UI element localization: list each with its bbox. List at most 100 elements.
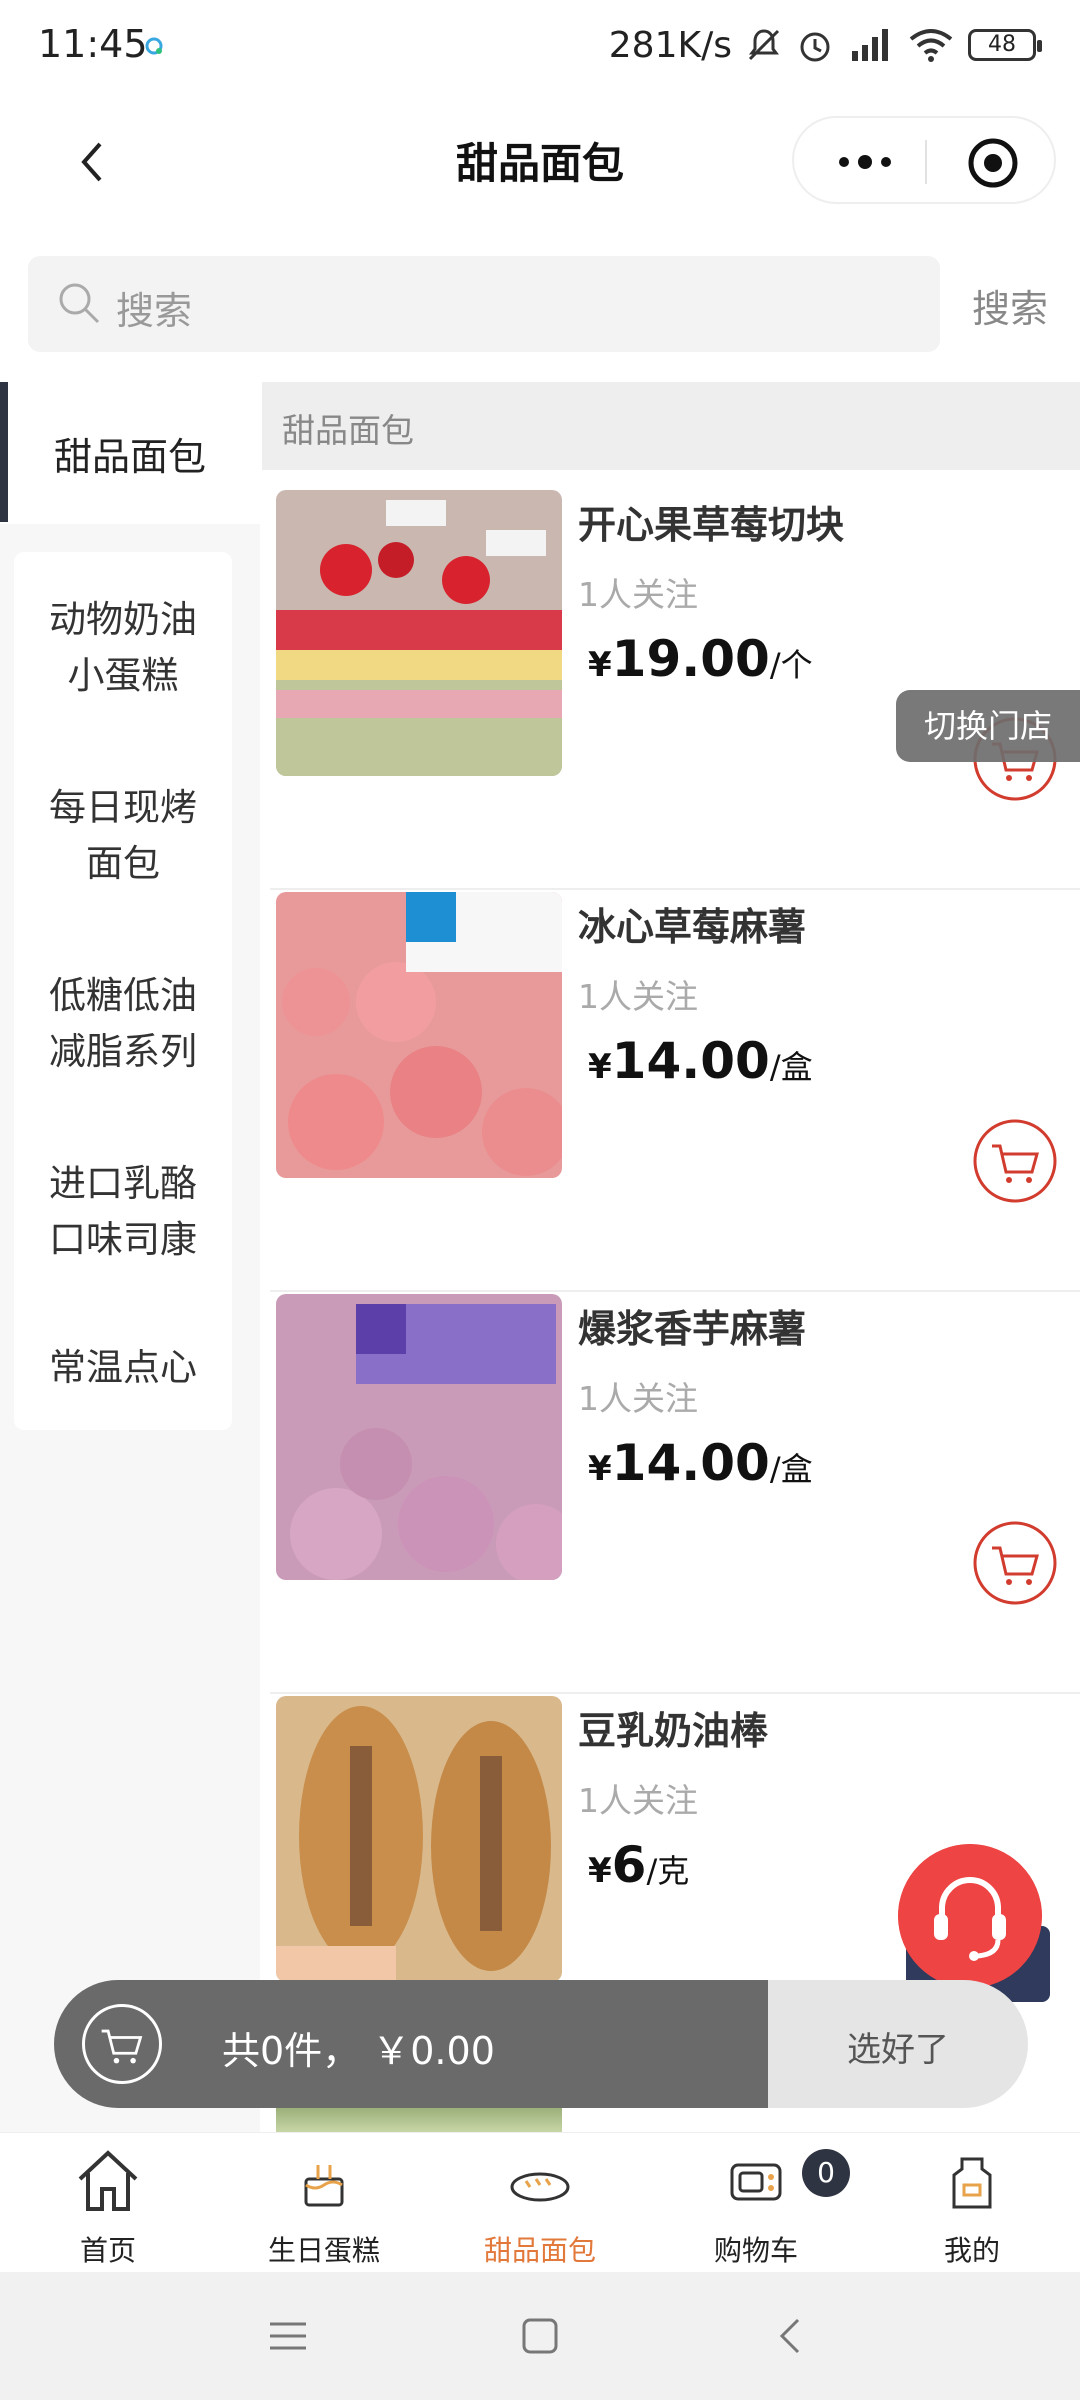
oven-icon (730, 2163, 782, 2201)
product-image (276, 490, 562, 776)
add-to-cart-icon[interactable] (972, 1118, 1058, 1204)
net-speed: 281K/s (608, 24, 732, 66)
price-unit: /盒 (769, 1450, 813, 1488)
sidebar-item-label: 每日现烤 (49, 786, 197, 829)
tab-profile[interactable]: 我的 (864, 2133, 1080, 2273)
home-square-icon[interactable] (518, 2314, 562, 2358)
product-follow-count: 1人关注 (578, 977, 698, 1016)
product-follow-count: 1人关注 (578, 1781, 698, 1820)
price-unit: /个 (769, 646, 813, 684)
product-price: ¥14.00/盒 (588, 1032, 813, 1090)
product-follow-count: 1人关注 (578, 1379, 698, 1418)
product-price: ¥14.00/盒 (588, 1434, 813, 1492)
sidebar-list: 动物奶油 小蛋糕 每日现烤 面包 低糖低油 减脂系列 进口乳酪 口味司康 常温点… (14, 552, 232, 1430)
price-currency: ¥ (588, 1449, 612, 1489)
switch-store-button[interactable]: 切换门店 (896, 690, 1080, 762)
cart-count-badge: 0 (802, 2149, 850, 2197)
row-divider (270, 888, 1080, 890)
tab-label: 我的 (943, 2234, 1000, 2267)
apron-icon (952, 2157, 992, 2209)
sidebar-item-label: 低糖低油 (49, 974, 197, 1017)
alarm-icon (800, 32, 830, 62)
tab-label: 购物车 (713, 2234, 798, 2267)
sidebar-item-label: 小蛋糕 (67, 654, 179, 697)
search-placeholder: 搜索 (116, 289, 193, 333)
tab-desserts-bread[interactable]: 甜品面包 (432, 2133, 648, 2273)
sidebar-item-label: 动物奶油 (49, 598, 197, 641)
back-triangle-icon[interactable] (770, 2314, 814, 2358)
sidebar-item-label: 口味司康 (49, 1218, 197, 1261)
status-right: 281K/s 48 (608, 20, 1042, 70)
price-unit: /盒 (769, 1048, 813, 1086)
cart-summary-bar: 共0件， ￥0.00 选好了 (54, 1980, 1028, 2108)
signal-icon (852, 29, 888, 61)
sidebar-item-label: 面包 (86, 842, 160, 885)
price-currency: ¥ (588, 1851, 612, 1891)
product-name: 豆乳奶油棒 (578, 1709, 769, 1753)
tab-birthday-cake[interactable]: 生日蛋糕 (216, 2133, 432, 2273)
menu-icon[interactable] (266, 2314, 310, 2358)
cart-icon (82, 2004, 162, 2084)
tab-label: 甜品面包 (483, 2234, 596, 2267)
close-mini-program-icon[interactable] (966, 136, 1020, 190)
search-button[interactable]: 搜索 (972, 278, 1048, 333)
price-currency: ¥ (588, 645, 612, 685)
sidebar-item-label: 甜品面包 (53, 435, 206, 479)
sidebar-item[interactable]: 每日现烤 面包 (14, 780, 232, 892)
product-item[interactable]: 爆浆香芋麻薯 1人关注 ¥14.00/盒 (262, 1294, 1080, 1694)
product-price: ¥19.00/个 (588, 630, 813, 688)
price-value: 6 (611, 1836, 647, 1894)
done-button[interactable]: 选好了 (768, 1980, 1028, 2108)
bottom-tab-bar: 首页 生日蛋糕 甜品面包 购物车 我的 0 (0, 2132, 1080, 2272)
price-value: 14.00 (611, 1032, 770, 1090)
price-value: 19.00 (611, 630, 770, 688)
sidebar-item[interactable]: 进口乳酪 口味司康 (14, 1156, 232, 1268)
sidebar-item-label: 进口乳酪 (49, 1162, 197, 1205)
sidebar-item[interactable]: 动物奶油 小蛋糕 (14, 592, 232, 704)
mute-icon (748, 29, 780, 61)
sidebar-item[interactable]: 低糖低油 减脂系列 (14, 968, 232, 1080)
status-time: 11:45 (38, 22, 148, 66)
mini-program-capsule (792, 116, 1056, 204)
section-title: 甜品面包 (282, 411, 414, 450)
row-divider (270, 1290, 1080, 1292)
nav-bar: 甜品面包 (0, 112, 1080, 212)
cake-icon (304, 2165, 344, 2207)
product-image (276, 892, 562, 1178)
product-name: 冰心草莓麻薯 (578, 905, 807, 949)
price-unit: /克 (646, 1852, 690, 1890)
system-nav-bar (0, 2272, 1080, 2400)
tab-home[interactable]: 首页 (0, 2133, 216, 2273)
price-value: 14.00 (611, 1434, 770, 1492)
home-icon (78, 2150, 138, 2211)
cart-summary[interactable]: 共0件， ￥0.00 (54, 1980, 768, 2108)
product-image (276, 1294, 562, 1580)
capsule-divider (925, 140, 927, 184)
next-product-image (276, 2108, 562, 2132)
product-image (276, 1696, 562, 1982)
done-button-label: 选好了 (847, 2030, 949, 2070)
more-icon[interactable] (830, 144, 900, 180)
battery-indicator: 48 (968, 29, 1042, 61)
search-icon (59, 283, 100, 324)
wifi-icon (909, 29, 953, 62)
search-input[interactable]: 搜索 (28, 256, 940, 352)
product-name: 开心果草莓切块 (578, 503, 845, 547)
sidebar-item-label: 常温点心 (49, 1346, 197, 1389)
tab-label: 首页 (79, 2234, 136, 2267)
row-divider (270, 1692, 1080, 1694)
sidebar-item[interactable]: 常温点心 (14, 1340, 232, 1396)
price-currency: ¥ (588, 1047, 612, 1087)
product-item[interactable]: 冰心草莓麻薯 1人关注 ¥14.00/盒 (262, 892, 1080, 1292)
add-to-cart-icon[interactable] (972, 1520, 1058, 1606)
sidebar-item-active[interactable]: 甜品面包 (0, 380, 260, 524)
sync-icon (145, 37, 163, 55)
bread-icon (510, 2172, 570, 2202)
product-name: 爆浆香芋麻薯 (578, 1307, 807, 1351)
customer-service-icon[interactable] (898, 1844, 1042, 1988)
product-follow-count: 1人关注 (578, 575, 698, 614)
sidebar-item-label: 减脂系列 (49, 1030, 197, 1073)
section-header: 甜品面包 (262, 382, 1080, 470)
status-bar: 11:45 281K/s 48 (0, 0, 1080, 92)
tab-label: 生日蛋糕 (267, 2234, 380, 2267)
